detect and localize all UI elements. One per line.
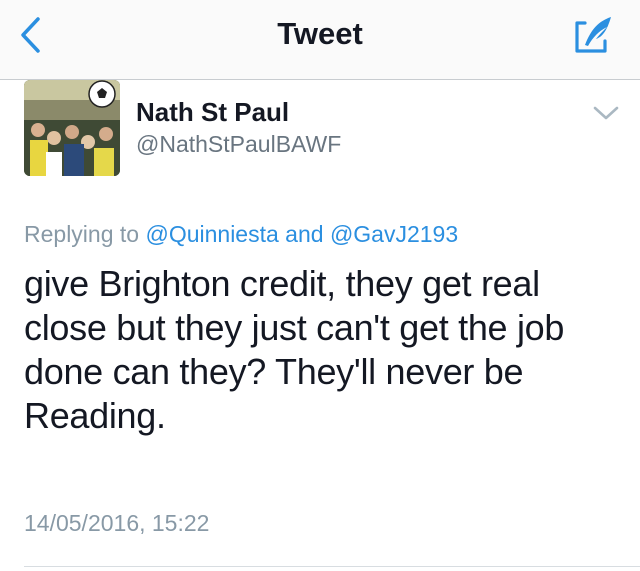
- replying-joiner: and: [285, 221, 324, 247]
- tweet-text-line: close but they just can't get the job: [24, 307, 565, 348]
- tweet-text-line: give Brighton credit, they get real: [24, 263, 540, 304]
- replying-to-line: Replying to @Quinniesta and @GavJ2193: [24, 221, 458, 248]
- tweet-text-line: done can they? They'll never be: [24, 351, 524, 392]
- avatar[interactable]: [24, 80, 120, 176]
- navigation-bar: Tweet: [0, 0, 640, 80]
- compose-quill-icon: [571, 15, 615, 60]
- chevron-down-icon: [592, 104, 620, 127]
- author-handle[interactable]: @NathStPaulBAWF: [136, 131, 341, 158]
- replying-to-label: Replying to: [24, 221, 140, 247]
- tweet-timestamp: 14/05/2016, 15:22: [24, 510, 210, 536]
- divider: [24, 566, 640, 567]
- author-display-name[interactable]: Nath St Paul: [136, 97, 289, 128]
- mention-link[interactable]: @Quinniesta: [145, 221, 278, 247]
- mention-link[interactable]: @GavJ2193: [330, 221, 458, 247]
- compose-tweet-button[interactable]: [568, 14, 618, 60]
- page-title: Tweet: [277, 16, 363, 51]
- tweet-text: give Brighton credit, they get real clos…: [24, 262, 624, 438]
- tweet-options-button[interactable]: [590, 102, 622, 128]
- tweet-text-line: Reading.: [24, 395, 166, 436]
